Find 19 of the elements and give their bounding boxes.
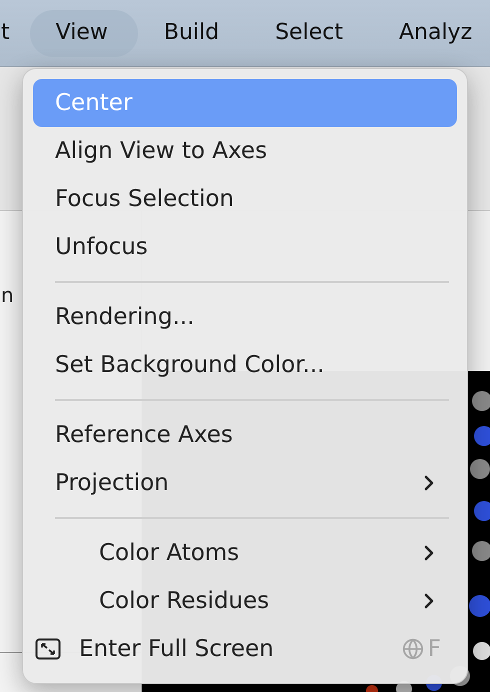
- globe-icon: [402, 638, 424, 660]
- menu-item[interactable]: Unfocus: [33, 223, 457, 271]
- menu-bar-item[interactable]: Build: [138, 10, 250, 56]
- fullscreen-icon: [35, 638, 61, 660]
- menu-bar-item[interactable]: View: [30, 10, 138, 56]
- panel-text: n: [1, 283, 15, 307]
- menu-bar-item[interactable]: Analyz: [372, 10, 472, 56]
- menu-item[interactable]: Align View to Axes: [33, 127, 457, 175]
- menu-item[interactable]: Focus Selection: [33, 175, 457, 223]
- menu-bar-item[interactable]: Select: [249, 10, 373, 56]
- menu-item[interactable]: Color Residues: [33, 577, 457, 625]
- menu-item[interactable]: Reference Axes: [33, 411, 457, 459]
- menu-bar-item[interactable]: t: [0, 10, 10, 56]
- menu-item[interactable]: Set Background Color...: [33, 341, 457, 389]
- menu-item[interactable]: Color Atoms: [33, 529, 457, 577]
- menu-item[interactable]: Projection: [33, 459, 457, 507]
- menu-item[interactable]: Rendering...: [33, 293, 457, 341]
- menu-item[interactable]: Enter Full Screen F: [33, 625, 457, 673]
- shortcut-key: F: [428, 636, 441, 662]
